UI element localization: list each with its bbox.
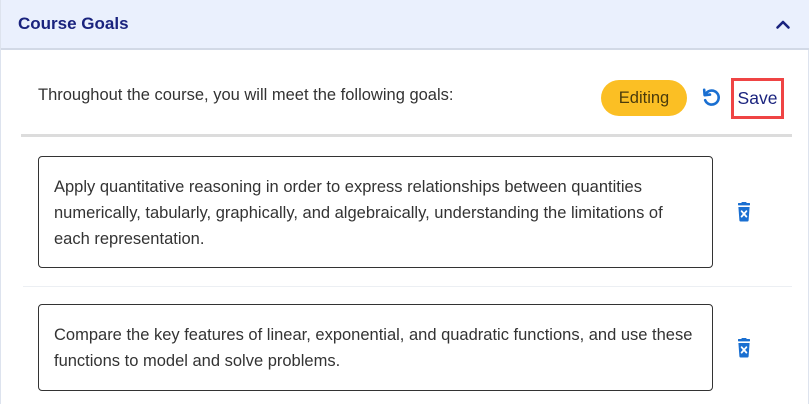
editing-status-badge: Editing (601, 80, 687, 116)
goal-item: Compare the key features of linear, expo… (23, 288, 792, 404)
panel-title: Course Goals (18, 14, 129, 33)
goal-item: Apply quantitative reasoning in order to… (23, 137, 792, 287)
intro-text: Throughout the course, you will meet the… (38, 86, 454, 104)
panel-header[interactable]: Course Goals (1, 0, 809, 50)
goal-text-field[interactable]: Apply quantitative reasoning in order to… (38, 156, 713, 268)
trash-icon[interactable] (735, 202, 753, 222)
save-button[interactable]: Save (731, 78, 784, 119)
undo-icon[interactable] (701, 87, 723, 109)
trash-icon[interactable] (735, 338, 753, 358)
chevron-up-icon[interactable] (771, 13, 795, 37)
goal-text-field[interactable]: Compare the key features of linear, expo… (38, 304, 713, 391)
course-goals-panel: Course Goals Throughout the course, you … (0, 0, 809, 404)
